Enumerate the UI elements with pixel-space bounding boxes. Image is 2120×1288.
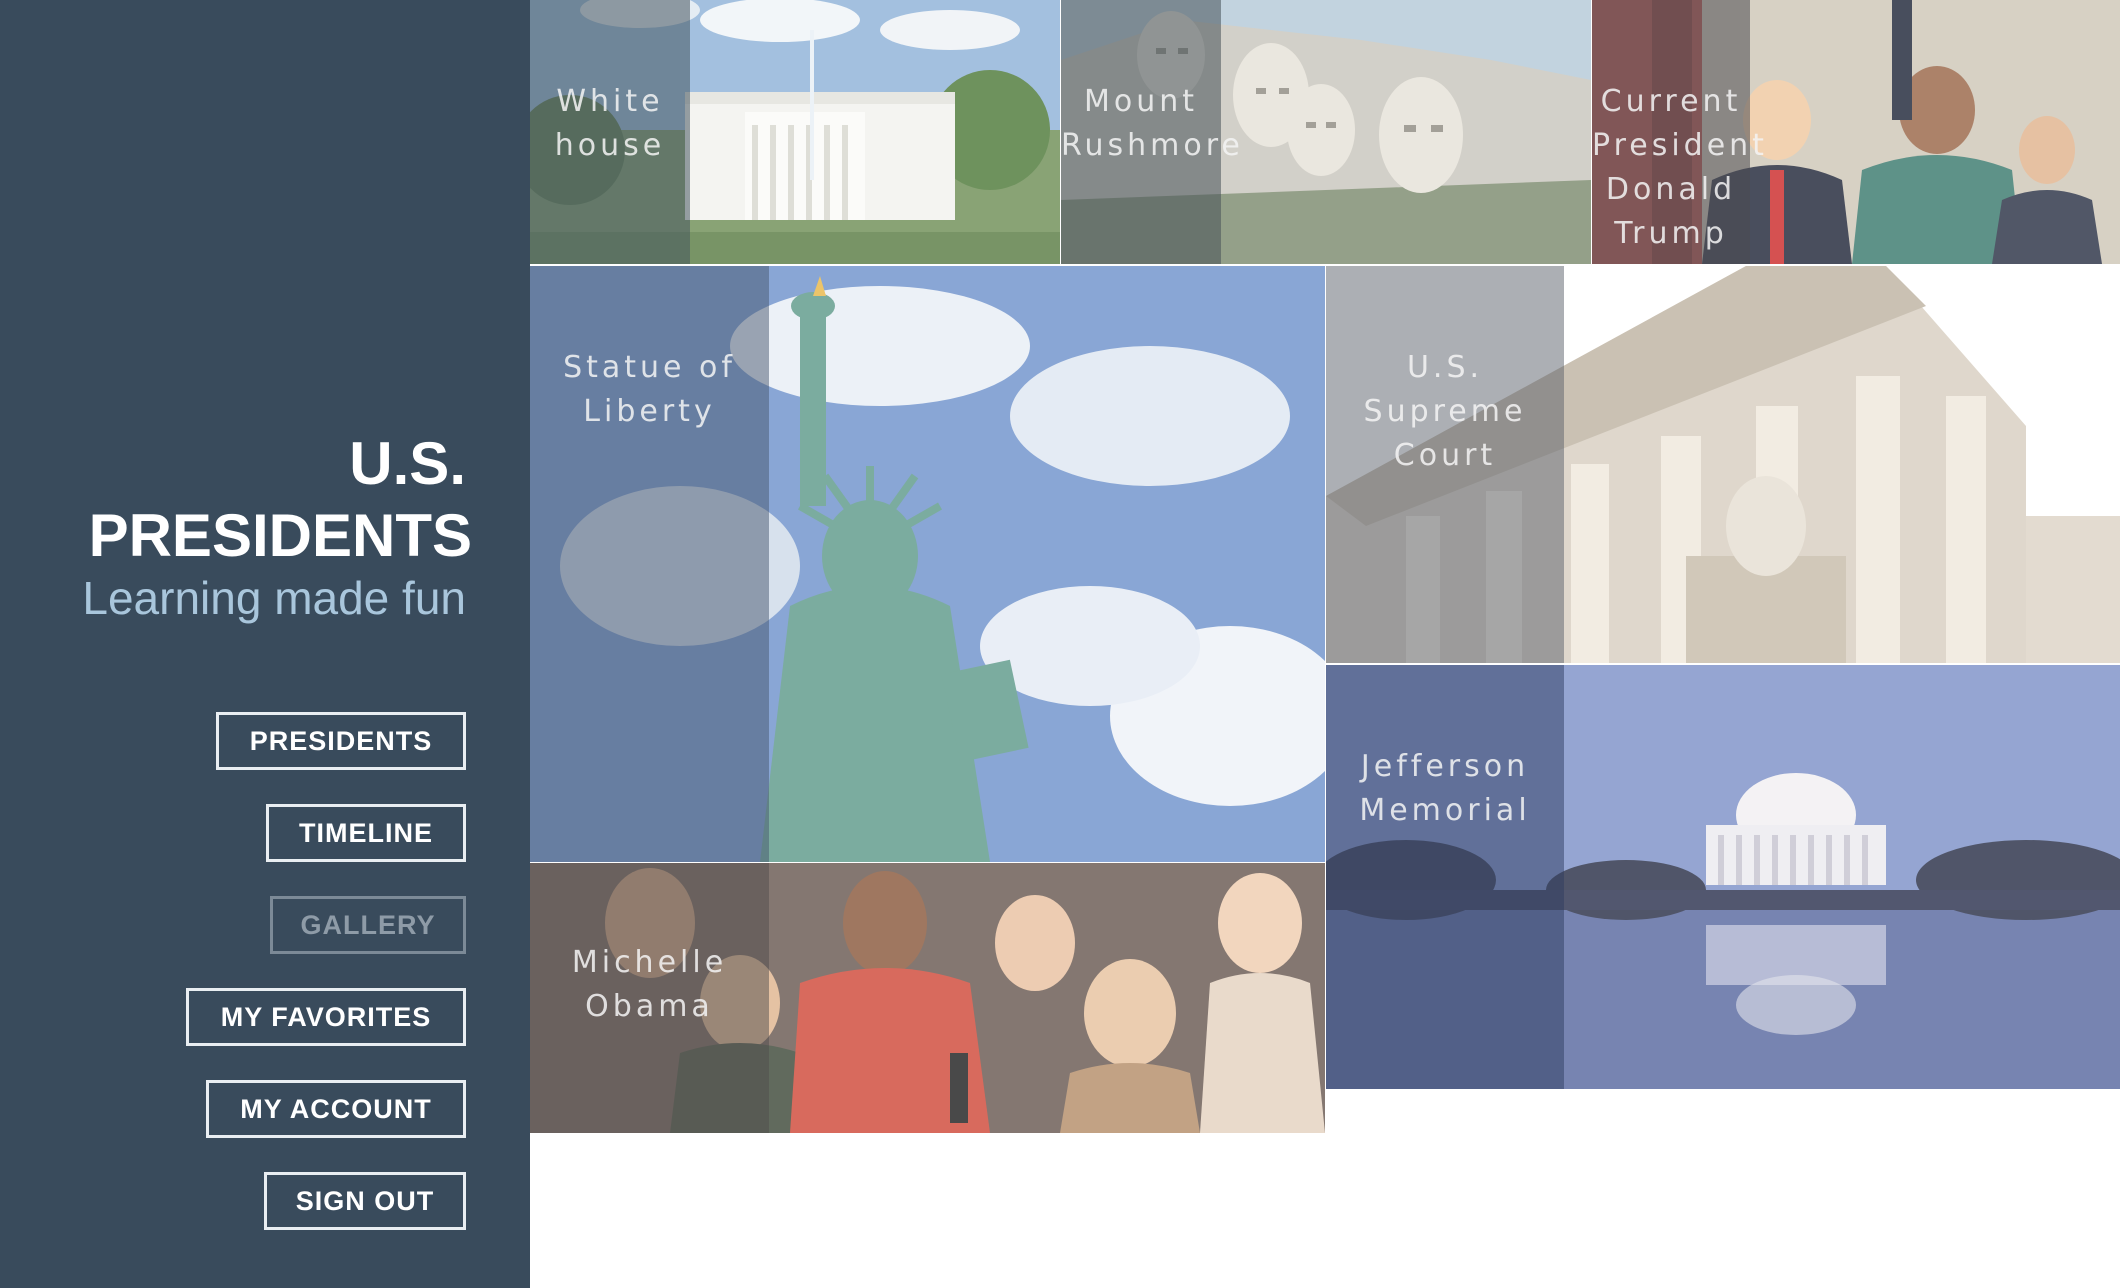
tile-supreme-court[interactable]: U.S. Supreme Court <box>1326 266 2120 663</box>
nav-timeline-button[interactable]: TIMELINE <box>266 804 466 862</box>
nav-gallery-button[interactable]: GALLERY <box>270 896 466 954</box>
tile-mount-rushmore[interactable]: Mount Rushmore <box>1061 0 1591 264</box>
app-tagline: Learning made fun <box>82 572 466 624</box>
tile-label-michelle-obama: Michelle Obama <box>571 945 728 1024</box>
tile-michelle-obama[interactable]: Michelle Obama <box>530 863 1325 1133</box>
tile-jefferson-memorial[interactable]: Jefferson Memorial <box>1326 665 2120 1089</box>
tile-label-white-house: White house <box>554 84 666 163</box>
tile-label-jefferson-memorial: Jefferson Memorial <box>1359 749 1531 828</box>
nav-my-account-button[interactable]: MY ACCOUNT <box>206 1080 466 1138</box>
app-title-line2: PRESIDENTS <box>88 502 472 569</box>
tile-label-supreme-court: U.S. Supreme Court <box>1363 350 1527 473</box>
tile-label-mount-rushmore: Mount Rushmore <box>1061 84 1244 163</box>
tile-white-house[interactable]: White house <box>530 0 1060 264</box>
nav-presidents-button[interactable]: PRESIDENTS <box>216 712 466 770</box>
sidebar: U.S. PRESIDENTS Learning made fun PRESID… <box>0 0 530 1288</box>
tile-label-current-president: Current President Donald Trump <box>1592 84 1768 251</box>
nav-sign-out-button[interactable]: SIGN OUT <box>264 1172 466 1230</box>
app-title-line1: U.S. <box>349 430 466 497</box>
tile-current-president[interactable]: Current President Donald Trump <box>1592 0 2120 264</box>
tile-label-statue-of-liberty: Statue of Liberty <box>563 350 736 429</box>
nav-my-favorites-button[interactable]: MY FAVORITES <box>186 988 466 1046</box>
tile-statue-of-liberty[interactable]: Statue of Liberty <box>530 266 1325 862</box>
